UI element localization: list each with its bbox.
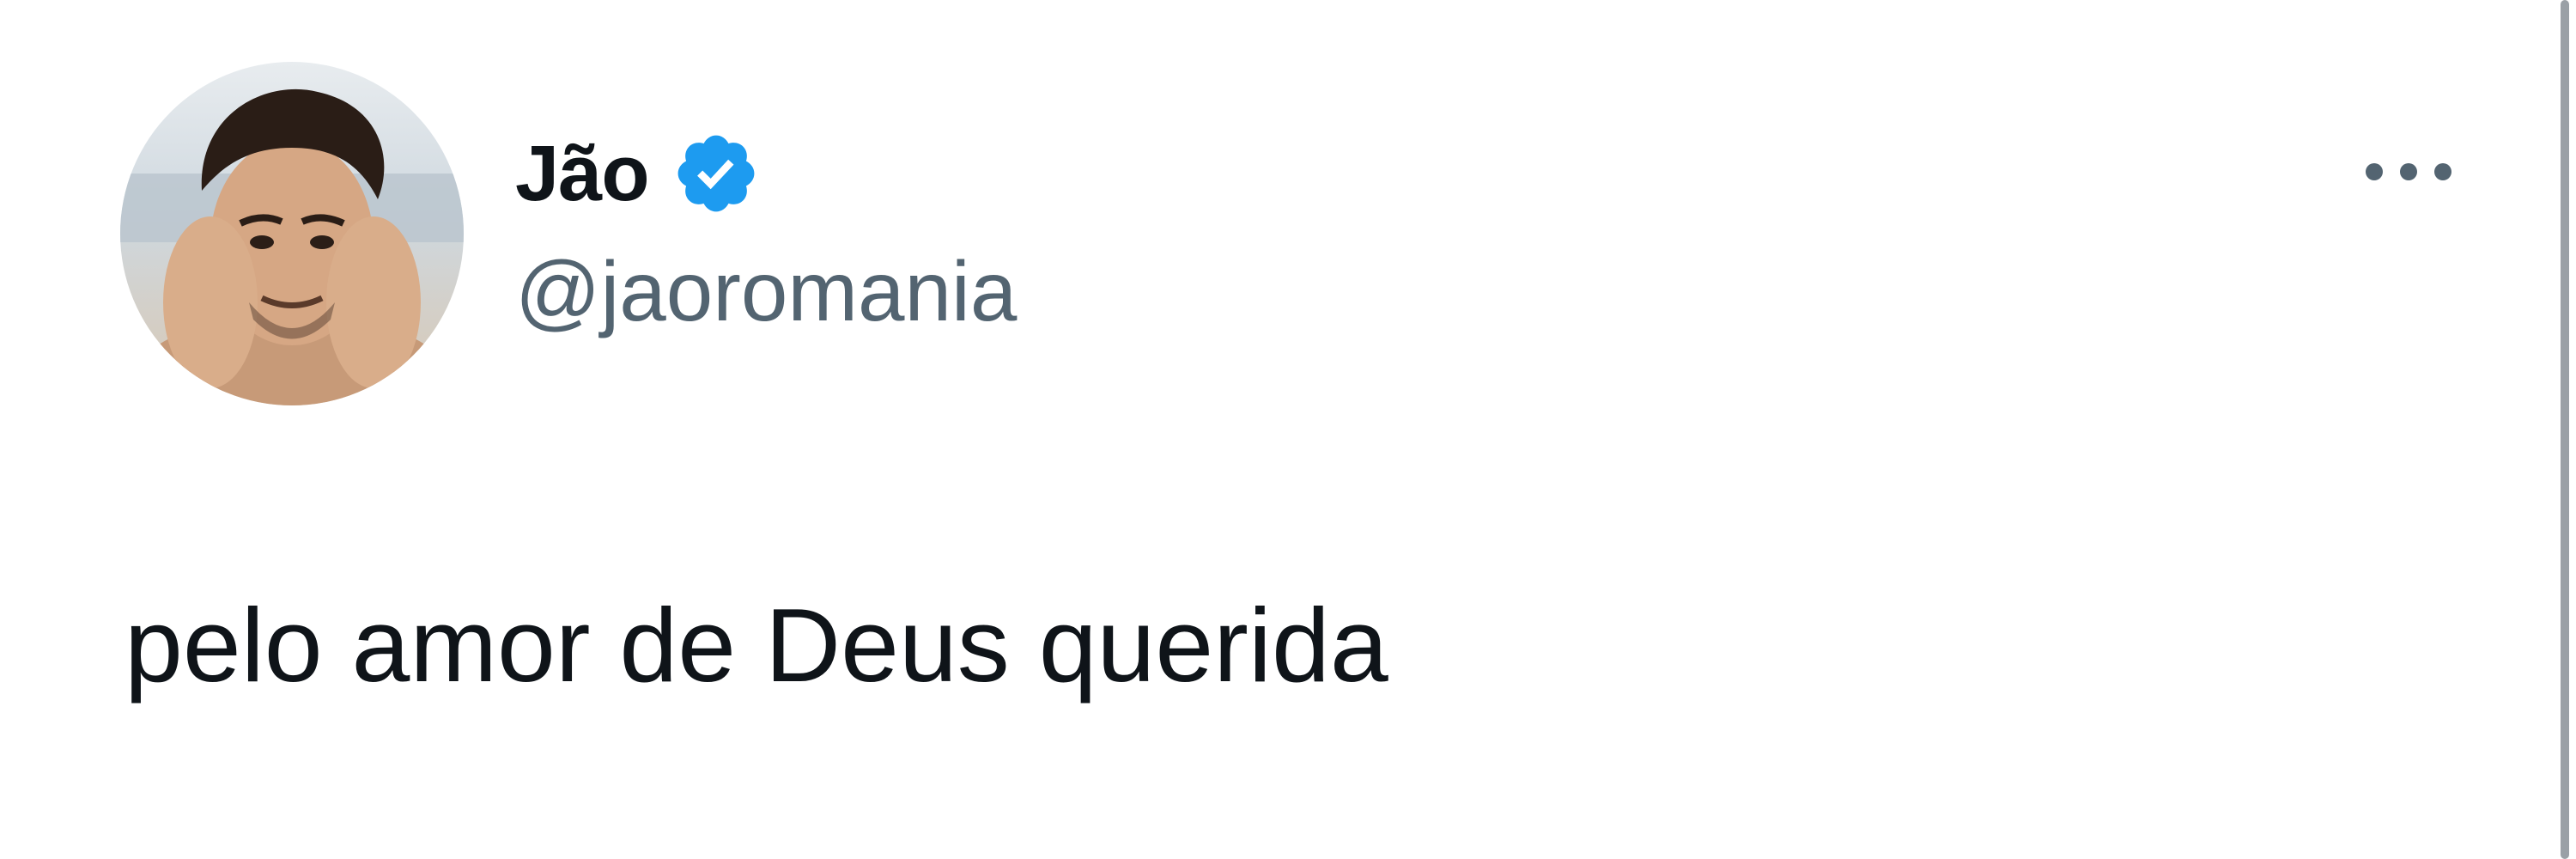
tweet-text: pelo amor de Deus querida <box>125 587 1388 704</box>
scrollbar-thumb[interactable] <box>2561 0 2569 859</box>
author-handle[interactable]: @jaoromania <box>515 249 1017 333</box>
more-options-button[interactable] <box>2344 129 2473 215</box>
scrollbar[interactable] <box>2549 0 2576 859</box>
tweet-card: Jão @jaoromania pelo amor de Deus querid… <box>0 0 2549 859</box>
avatar-photo <box>120 62 464 405</box>
author-display-name[interactable]: Jão <box>515 134 650 213</box>
verified-badge-icon[interactable] <box>671 129 761 218</box>
author-avatar[interactable] <box>120 62 464 405</box>
author-name-row: Jão <box>515 122 761 225</box>
more-horizontal-icon <box>2366 163 2451 180</box>
